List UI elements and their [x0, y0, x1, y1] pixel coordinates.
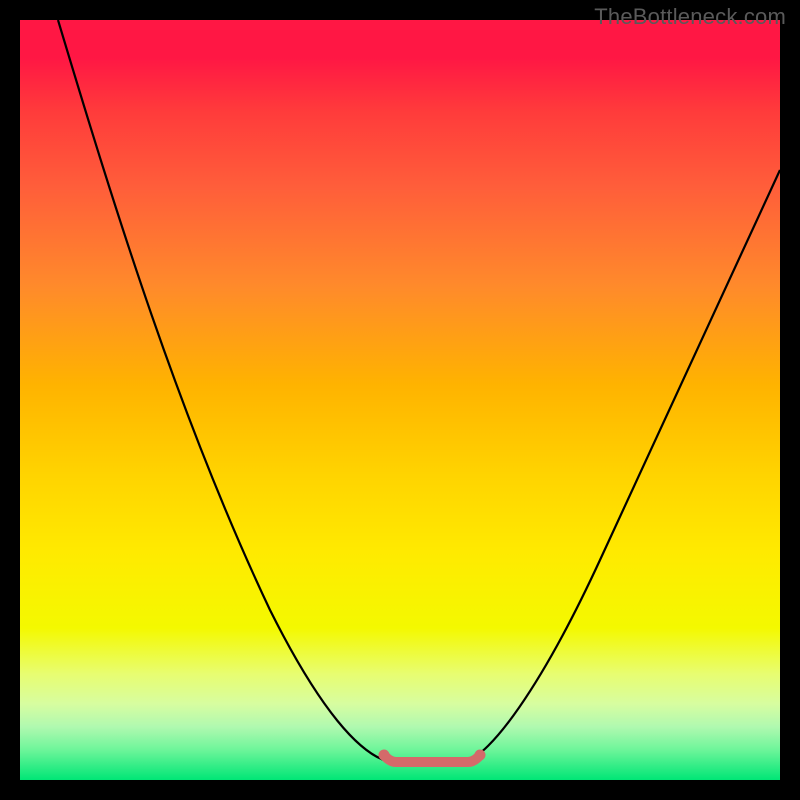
watermark-text: TheBottleneck.com — [594, 4, 786, 30]
curve-layer — [20, 20, 780, 780]
optimal-range-highlight — [384, 755, 480, 762]
highlight-endpoint-left-icon — [379, 750, 390, 761]
bottleneck-curve — [58, 20, 780, 762]
plot-area — [20, 20, 780, 780]
chart-frame: TheBottleneck.com — [0, 0, 800, 800]
highlight-endpoint-right-icon — [475, 750, 486, 761]
